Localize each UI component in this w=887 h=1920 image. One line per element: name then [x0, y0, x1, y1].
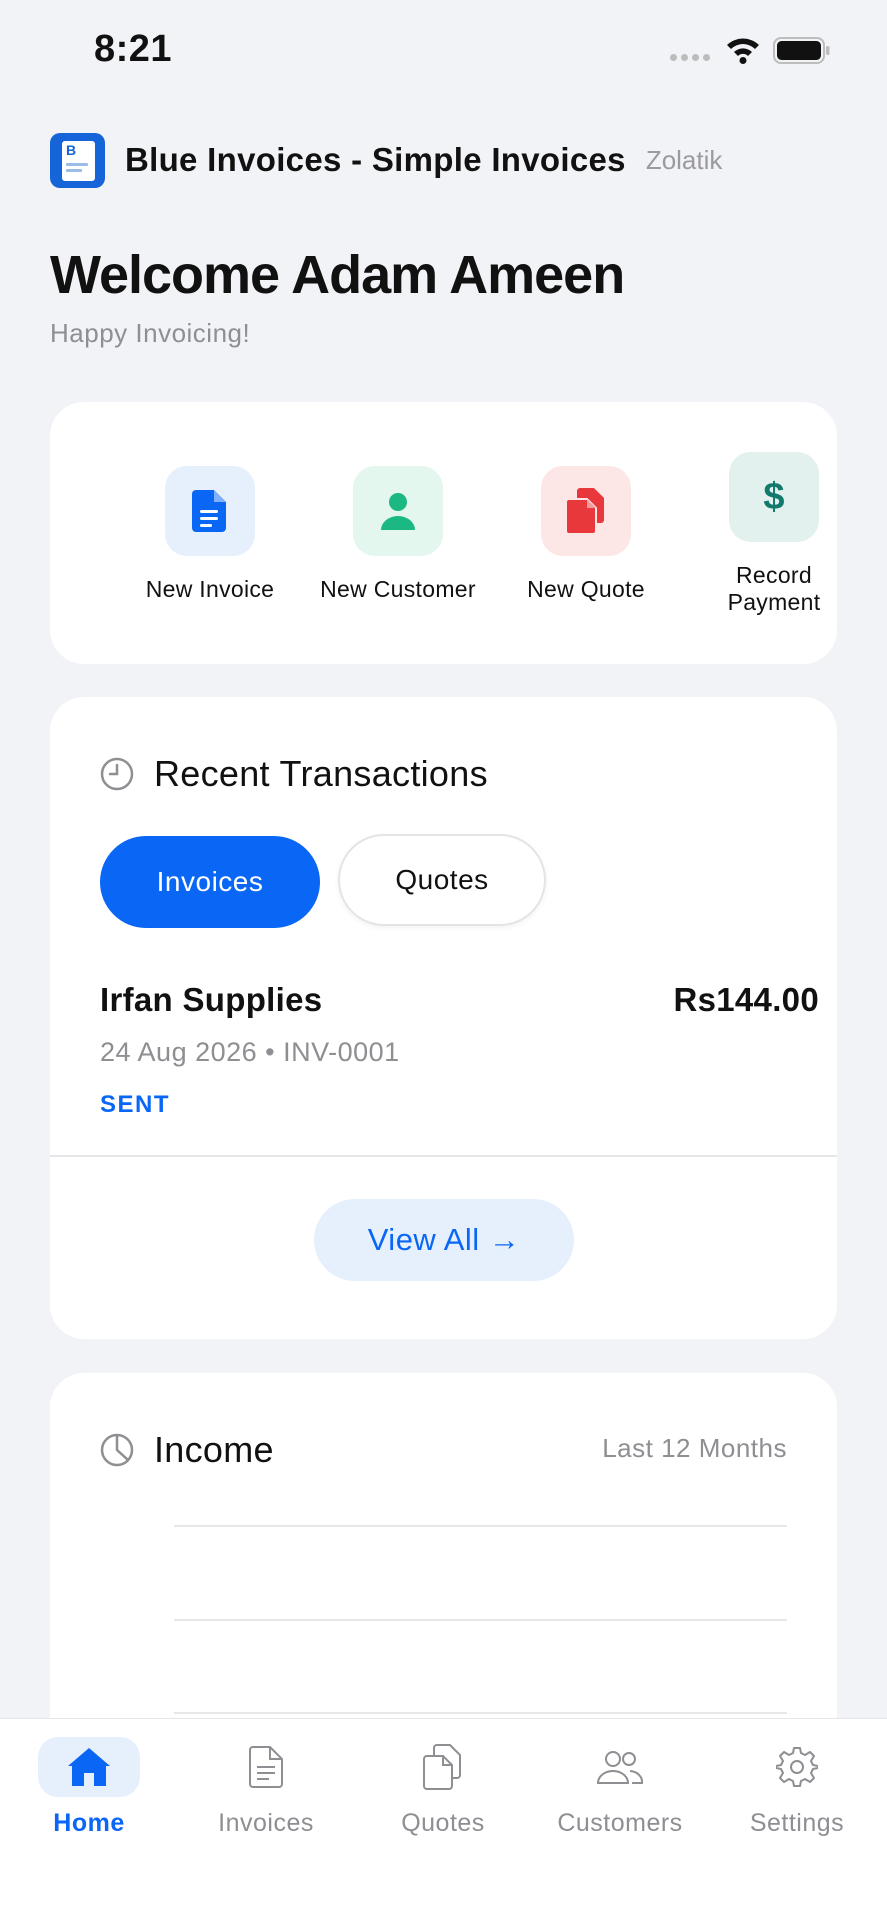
- cellular-signal-icon: [670, 54, 710, 61]
- tab-label: Invoices: [218, 1809, 314, 1837]
- person-icon: [353, 466, 443, 556]
- tab-quotes-nav[interactable]: Quotes: [358, 1737, 528, 1838]
- divider: [50, 1155, 837, 1157]
- dollar-icon: $: [729, 452, 819, 542]
- copy-documents-icon: [541, 466, 631, 556]
- tab-settings-nav[interactable]: Settings: [712, 1737, 882, 1838]
- welcome-subtitle: Happy Invoicing!: [50, 318, 251, 348]
- customers-icon: [569, 1737, 671, 1797]
- tab-invoices-nav[interactable]: Invoices: [181, 1737, 351, 1838]
- action-label: New Quote: [527, 576, 645, 602]
- new-quote-button[interactable]: New Quote: [492, 466, 680, 603]
- document-icon: [165, 466, 255, 556]
- app-logo-icon: B: [50, 132, 105, 188]
- recent-transactions-card: Recent Transactions Invoices Quotes Irfa…: [50, 697, 837, 1339]
- recent-transactions-title: Recent Transactions: [154, 753, 488, 794]
- welcome-title: Welcome Adam Ameen: [50, 245, 625, 305]
- app-header: B Blue Invoices - Simple Invoices Zolati…: [50, 132, 722, 188]
- tab-customers-nav[interactable]: Customers: [535, 1737, 705, 1838]
- transaction-customer-name: Irfan Supplies: [100, 981, 323, 1018]
- chart-gridline: [174, 1619, 787, 1621]
- quick-actions-card: New Invoice New Customer New Quote $ Rec…: [50, 402, 837, 664]
- status-time: 8:21: [94, 28, 173, 70]
- action-label: Record Payment: [727, 562, 821, 615]
- transaction-meta: 24 Aug 2026 • INV-0001: [100, 1037, 400, 1067]
- tab-label: Quotes: [401, 1809, 485, 1837]
- tab-quotes[interactable]: Quotes: [338, 834, 546, 926]
- tab-invoices[interactable]: Invoices: [100, 836, 320, 928]
- gear-icon: [746, 1737, 848, 1797]
- pie-chart-icon: [100, 1433, 134, 1467]
- home-icon: [38, 1737, 140, 1797]
- tab-label: Settings: [749, 1809, 845, 1837]
- view-all-button[interactable]: View All →: [314, 1199, 574, 1281]
- income-range: Last 12 Months: [602, 1433, 787, 1463]
- bottom-tab-bar: Home Invoices Quotes Customers Settings: [0, 1718, 887, 1920]
- income-title: Income: [154, 1429, 274, 1470]
- status-badge: SENT: [100, 1091, 171, 1118]
- quotes-icon: [392, 1737, 494, 1797]
- tab-home[interactable]: Home: [4, 1737, 174, 1838]
- transaction-amount: Rs144.00: [673, 981, 819, 1018]
- invoice-icon: [215, 1737, 317, 1797]
- tab-label: Home: [53, 1809, 125, 1837]
- clock-icon: [100, 757, 134, 791]
- action-label: New Customer: [320, 576, 476, 602]
- action-label: New Invoice: [145, 576, 275, 602]
- app-developer: Zolatik: [645, 144, 723, 175]
- wifi-icon: [727, 38, 759, 64]
- tab-label: Customers: [557, 1809, 683, 1837]
- chart-gridline: [174, 1525, 787, 1527]
- app-title: Blue Invoices - Simple Invoices: [125, 141, 626, 178]
- chart-gridline: [174, 1712, 787, 1714]
- status-bar: 8:21: [0, 0, 887, 100]
- battery-icon: [773, 37, 830, 64]
- new-customer-button[interactable]: New Customer: [304, 466, 492, 603]
- record-payment-button[interactable]: $ Record Payment: [680, 452, 868, 616]
- new-invoice-button[interactable]: New Invoice: [116, 466, 304, 603]
